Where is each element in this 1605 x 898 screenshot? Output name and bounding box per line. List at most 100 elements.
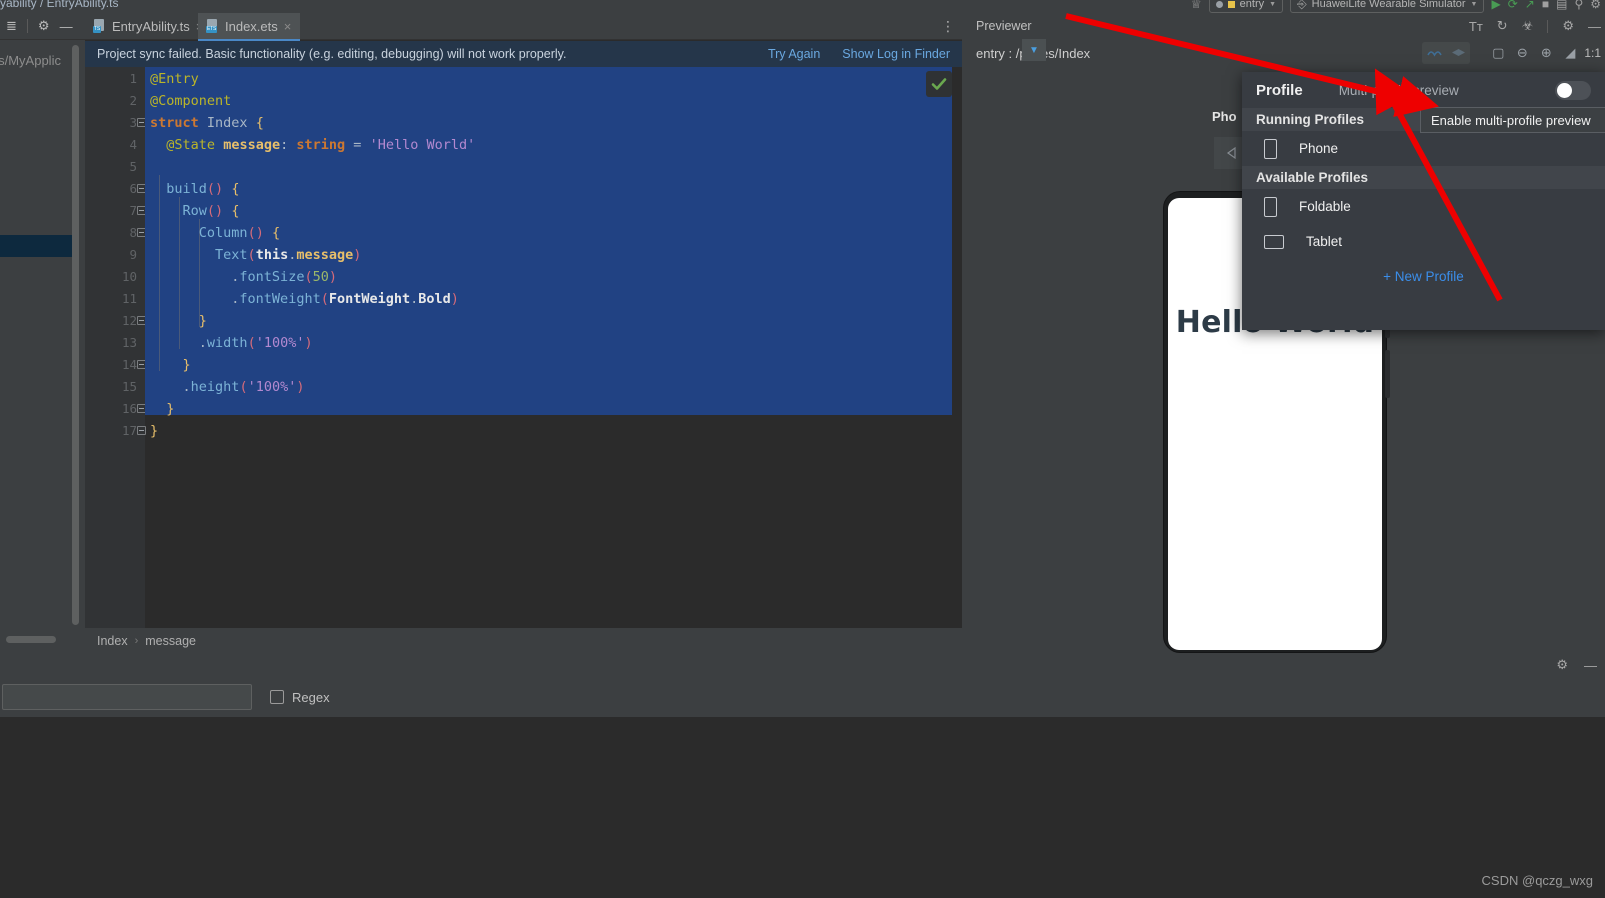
breadcrumb-item-message[interactable]: message: [145, 634, 196, 648]
inspection-status-badge[interactable]: [926, 71, 952, 97]
minimize-icon[interactable]: —: [1584, 658, 1597, 673]
tablet-icon: [1264, 234, 1284, 249]
refresh-icon[interactable]: ↻: [1497, 18, 1508, 34]
profile-popup-header: Profile Multi-profile preview: [1242, 72, 1605, 108]
module-badge-icon: [1227, 0, 1235, 8]
collapse-all-icon[interactable]: ≣: [6, 18, 17, 34]
frame-icon[interactable]: ▢: [1486, 42, 1510, 64]
profile-item-foldable[interactable]: Foldable: [1242, 189, 1605, 224]
line-number: 10: [121, 269, 137, 284]
toolbar-divider: [26, 19, 28, 33]
profile-item-label: Tablet: [1306, 234, 1343, 249]
previewer-mode-group: [1422, 42, 1471, 64]
ets-file-icon: ETS: [206, 19, 219, 33]
gear-icon[interactable]: ⚙: [1562, 18, 1574, 34]
minimize-icon[interactable]: —: [1588, 19, 1601, 34]
run-icon[interactable]: ▶: [1491, 0, 1500, 11]
new-profile-button[interactable]: + New Profile: [1242, 259, 1605, 293]
bottom-tool-content: CSDN @qczg_wxg: [0, 717, 1605, 898]
run-toolbar: ♕ entry ▼ ⎆ HuaweiLite Wearable Simulato…: [1191, 0, 1601, 13]
run-config-selector[interactable]: entry ▼: [1208, 0, 1284, 13]
line-number: 5: [129, 159, 137, 174]
gear-icon[interactable]: ⚙: [38, 18, 50, 34]
search-input[interactable]: [2, 684, 252, 710]
bottom-tool-titlebar: ⚙ —: [0, 653, 1605, 678]
check-icon: [931, 78, 947, 90]
fit-screen-icon[interactable]: ◢: [1558, 42, 1582, 64]
profile-item-phone[interactable]: Phone: [1242, 131, 1605, 166]
line-number: 3: [129, 115, 137, 130]
project-horizontal-scrollbar[interactable]: [6, 636, 56, 643]
zoom-ratio-label: 1:1: [1584, 46, 1601, 60]
zoom-in-icon[interactable]: ⊕: [1534, 42, 1558, 64]
run-config-label: entry: [1239, 0, 1265, 10]
ts-file-icon: TS: [93, 19, 106, 33]
search-icon[interactable]: ⚲: [1574, 0, 1583, 11]
device-power-button: [1385, 350, 1390, 398]
tab-index-ets[interactable]: ETS Index.ets ×: [198, 13, 301, 41]
available-profiles-header: Available Profiles: [1242, 166, 1605, 189]
ide-window: yability / EntryAbility.ts ♕ entry ▼ ⎆ H…: [0, 0, 1605, 898]
inspector-icon[interactable]: ☣: [1522, 18, 1534, 34]
bottom-tool-icons: ⚙ —: [1556, 657, 1597, 673]
line-number: 11: [121, 291, 137, 306]
multi-profile-preview-toggle[interactable]: [1555, 80, 1591, 100]
window-breadcrumb-text: yability / EntryAbility.ts: [0, 0, 119, 10]
triangle-left-icon: [1226, 146, 1236, 160]
tab-overflow-menu-icon[interactable]: ⋮: [941, 18, 956, 35]
chevron-down-icon: ▼: [1470, 0, 1478, 8]
breadcrumb-separator: ›: [134, 634, 139, 647]
device-selector[interactable]: ⎆ HuaweiLite Wearable Simulator ▼: [1290, 0, 1485, 13]
project-path-label: cts/MyApplic: [0, 53, 61, 68]
main-toolbar-strip: yability / EntryAbility.ts ♕ entry ▼ ⎆ H…: [0, 0, 1605, 13]
line-number: 1: [129, 71, 137, 86]
profiler-icon[interactable]: ♕: [1191, 0, 1202, 11]
project-panel: ≣ ⚙ — cts/MyApplic: [0, 13, 85, 653]
layers-icon[interactable]: [1446, 42, 1471, 64]
sync-icon[interactable]: ⟳: [1508, 0, 1518, 11]
multi-profile-tooltip: Enable multi-profile preview: [1420, 107, 1605, 133]
debug-icon[interactable]: ↗: [1525, 0, 1535, 11]
gear-icon[interactable]: ⚙: [1556, 657, 1568, 673]
module-icon: [1215, 0, 1223, 8]
regex-checkbox-wrapper[interactable]: Regex: [270, 690, 330, 705]
find-row: Regex: [0, 677, 1605, 717]
stop-icon[interactable]: ■: [1542, 0, 1549, 11]
breadcrumb: Index › message: [85, 628, 974, 653]
banner-message: Project sync failed. Basic functionality…: [97, 47, 567, 61]
project-panel-toolbar: ≣ ⚙ —: [0, 13, 85, 40]
banner-actions: Try Again Show Log in Finder: [768, 47, 950, 61]
line-number: 8: [129, 225, 137, 240]
editor-code-area[interactable]: @Entry @Component struct Index { @State …: [145, 67, 962, 628]
line-number: 14: [121, 357, 137, 372]
try-again-link[interactable]: Try Again: [768, 47, 820, 61]
profile-item-label: Phone: [1299, 141, 1339, 156]
breadcrumb-item-index[interactable]: Index: [97, 634, 128, 648]
previewer-toolbar: entry : /pages/Index ▼ ▢ ⊖ ⊕ ◢ 1:1: [962, 39, 1605, 68]
regex-checkbox[interactable]: [270, 690, 284, 704]
sync-failed-banner: Project sync failed. Basic functionality…: [85, 41, 962, 68]
editor-vertical-scrollbar[interactable]: [952, 67, 962, 628]
minimize-icon[interactable]: —: [60, 19, 73, 34]
editor-gutter: 1 2 3 4 5 6 7 8 9 10 11 12 13 14 15 16 17: [85, 67, 146, 628]
previewer-titlebar: Previewer Tᴛ ↻ ☣ ⚙ —: [962, 13, 1605, 40]
toggle-knob: [1557, 82, 1572, 98]
code-editor[interactable]: 1 2 3 4 5 6 7 8 9 10 11 12 13 14 15 16 17 @Entry @Compon…: [85, 67, 962, 628]
profile-item-tablet[interactable]: Tablet: [1242, 224, 1605, 259]
previewer-title-icons: Tᴛ ↻ ☣ ⚙ —: [1469, 18, 1601, 34]
show-log-link[interactable]: Show Log in Finder: [842, 47, 950, 61]
line-number: 17: [121, 423, 137, 438]
gear-icon[interactable]: ⚙: [1590, 0, 1601, 11]
project-vertical-scrollbar[interactable]: [72, 45, 79, 625]
close-icon[interactable]: ×: [284, 19, 292, 34]
text-size-icon[interactable]: Tᴛ: [1469, 19, 1483, 34]
line-number: 7: [129, 203, 137, 218]
device-manager-icon[interactable]: ▤: [1556, 0, 1567, 11]
zoom-out-icon[interactable]: ⊖: [1510, 42, 1534, 64]
phone-icon: [1264, 138, 1277, 159]
chevron-down-icon: ▼: [1269, 0, 1277, 8]
tab-entryability[interactable]: TS EntryAbility.ts ×: [85, 13, 212, 39]
project-selected-row[interactable]: [0, 235, 72, 257]
multi-device-icon[interactable]: [1422, 42, 1447, 64]
window-breadcrumb: yability / EntryAbility.ts: [0, 0, 118, 10]
